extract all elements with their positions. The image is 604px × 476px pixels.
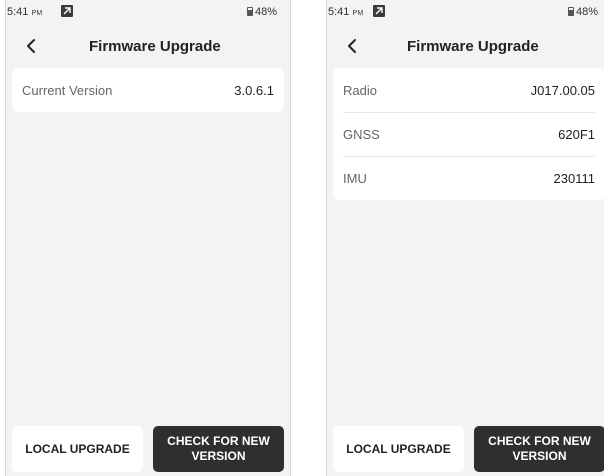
status-time: 5:41 PM — [328, 6, 364, 18]
bottom-action-bar: LOCAL UPGRADE CHECK FOR NEW VERSION — [12, 426, 284, 472]
check-new-version-button[interactable]: CHECK FOR NEW VERSION — [474, 426, 604, 472]
bottom-action-bar: LOCAL UPGRADE CHECK FOR NEW VERSION — [333, 426, 604, 472]
version-card: Current Version 3.0.6.1 — [12, 68, 284, 112]
list-item: IMU 230111 — [333, 156, 604, 200]
row-label: Radio — [343, 82, 377, 98]
page-title: Firmware Upgrade — [89, 38, 221, 55]
row-label: GNSS — [343, 126, 380, 142]
row-label: Current Version — [22, 82, 113, 98]
app-notification-icon — [61, 5, 73, 17]
phone-screen-firmware-current: 5:41 PM 48% Firmware Upgrade Current Ver… — [5, 0, 291, 476]
chevron-left-icon[interactable] — [345, 38, 361, 54]
status-bar: 5:41 PM 48% — [5, 0, 291, 24]
local-upgrade-button[interactable]: LOCAL UPGRADE — [333, 426, 464, 472]
status-time: 5:41 PM — [7, 6, 43, 18]
list-item: Radio J017.00.05 — [333, 68, 604, 112]
row-label: IMU — [343, 170, 367, 186]
row-value: 230111 — [553, 170, 595, 186]
row-value: 3.0.6.1 — [234, 82, 274, 98]
app-bar: Firmware Upgrade — [5, 24, 291, 68]
module-versions-card: Radio J017.00.05 GNSS 620F1 IMU 230111 — [333, 68, 604, 200]
app-bar: Firmware Upgrade — [326, 24, 604, 68]
local-upgrade-button[interactable]: LOCAL UPGRADE — [12, 426, 143, 472]
battery-icon — [567, 7, 574, 16]
battery-status: 48% — [246, 6, 277, 18]
row-value: 620F1 — [558, 126, 595, 142]
row-value: J017.00.05 — [530, 82, 595, 98]
status-bar: 5:41 PM 48% — [326, 0, 604, 24]
page-title: Firmware Upgrade — [407, 38, 539, 55]
phone-screen-firmware-modules: 5:41 PM 48% Firmware Upgrade Radio J017.… — [326, 0, 604, 476]
chevron-left-icon[interactable] — [24, 38, 40, 54]
check-new-version-button[interactable]: CHECK FOR NEW VERSION — [153, 426, 284, 472]
list-item: Current Version 3.0.6.1 — [12, 68, 284, 112]
battery-icon — [246, 7, 253, 16]
list-item: GNSS 620F1 — [333, 112, 604, 156]
battery-status: 48% — [567, 6, 598, 18]
app-notification-icon — [373, 5, 385, 17]
